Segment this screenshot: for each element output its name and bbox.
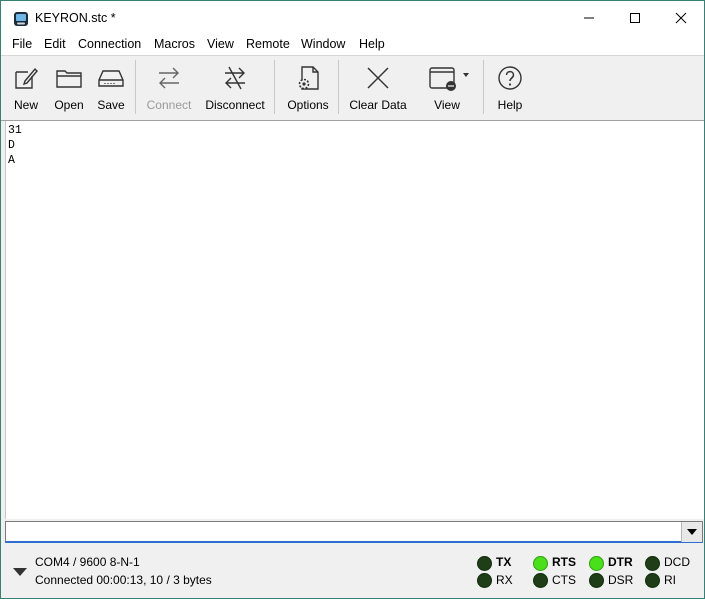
rts-label: RTS	[552, 555, 576, 569]
help-question-icon	[498, 66, 522, 90]
tx-led	[477, 556, 492, 571]
view-window-icon	[429, 67, 469, 91]
disconnect-icon	[225, 66, 245, 90]
maximize-button[interactable]	[612, 1, 658, 35]
menu-file[interactable]: File	[12, 37, 32, 51]
disconnect-button[interactable]: Disconnect	[204, 56, 266, 118]
close-button[interactable]	[658, 1, 704, 35]
terminal-app-icon	[14, 12, 28, 26]
help-button[interactable]: Help	[494, 56, 526, 118]
history-dropdown-button[interactable]	[681, 522, 702, 542]
cts-led	[533, 573, 548, 588]
options-button[interactable]: Options	[285, 56, 331, 118]
menu-window[interactable]: Window	[301, 37, 345, 51]
ri-led	[645, 573, 660, 588]
cts-label: CTS	[552, 573, 576, 587]
minimize-button[interactable]	[566, 1, 612, 35]
status-bar: COM4 / 9600 8-N-1 Connected 00:00:13, 10…	[1, 547, 704, 598]
rx-led	[477, 573, 492, 588]
ri-label: RI	[664, 573, 676, 587]
command-input-box	[5, 521, 703, 543]
app-window: KEYRON.stc * File Edit Connection Macros…	[0, 0, 705, 599]
window-title: KEYRON.stc *	[35, 11, 116, 25]
title-bar[interactable]: KEYRON.stc *	[1, 1, 704, 35]
menu-view[interactable]: View	[207, 37, 234, 51]
terminal-line: D	[8, 139, 15, 152]
toolbar-separator	[483, 60, 484, 114]
new-label: New	[13, 98, 38, 112]
toolbar-separator	[135, 60, 136, 114]
folder-icon	[56, 70, 82, 88]
dcd-led	[645, 556, 660, 571]
chevron-down-icon	[687, 529, 697, 535]
dtr-led	[589, 556, 604, 571]
options-label: Options	[287, 98, 329, 112]
new-button[interactable]: New	[9, 56, 43, 118]
help-label: Help	[497, 98, 523, 112]
view-button[interactable]: View	[421, 56, 473, 118]
connect-button[interactable]: Connect	[144, 56, 194, 118]
toolbar-separator	[338, 60, 339, 114]
connect-label: Connect	[146, 98, 192, 112]
drive-save-icon	[98, 70, 124, 87]
rts-led	[533, 556, 548, 571]
connection-status-text: Connected 00:00:13, 10 / 3 bytes	[35, 573, 212, 587]
tx-label: TX	[496, 555, 512, 569]
dsr-label: DSR	[608, 573, 634, 587]
save-label: Save	[97, 98, 125, 112]
menu-remote[interactable]: Remote	[246, 37, 290, 51]
open-button[interactable]: Open	[51, 56, 87, 118]
dtr-label: DTR	[608, 555, 633, 569]
dsr-led	[589, 573, 604, 588]
clear-x-icon	[367, 67, 389, 89]
menu-help[interactable]: Help	[359, 37, 385, 51]
toolbar: New Open Save Connect Disconnect Options…	[1, 56, 704, 121]
collapse-triangle-icon[interactable]	[13, 567, 27, 577]
menu-connection[interactable]: Connection	[78, 37, 141, 51]
rx-label: RX	[496, 573, 513, 587]
terminal-output[interactable]: 31 D A	[5, 121, 704, 519]
menu-edit[interactable]: Edit	[44, 37, 66, 51]
minimize-icon	[584, 17, 594, 19]
save-button[interactable]: Save	[93, 56, 129, 118]
terminal-line: 31	[8, 124, 22, 137]
options-gear-document-icon	[298, 66, 319, 90]
maximize-icon	[630, 13, 640, 23]
view-label: View	[434, 98, 460, 112]
close-icon	[675, 12, 687, 24]
dcd-label: DCD	[664, 555, 690, 569]
clear-data-label: Clear Data	[349, 98, 407, 112]
disconnect-label: Disconnect	[205, 98, 265, 112]
port-settings-text: COM4 / 9600 8-N-1	[35, 555, 140, 569]
menu-bar: File Edit Connection Macros View Remote …	[1, 35, 704, 56]
terminal-line: A	[8, 154, 15, 167]
open-label: Open	[54, 98, 84, 112]
clear-data-button[interactable]: Clear Data	[347, 56, 409, 118]
menu-macros[interactable]: Macros	[154, 37, 195, 51]
new-document-icon	[15, 67, 38, 89]
connect-arrows-icon	[159, 67, 179, 89]
toolbar-separator	[274, 60, 275, 114]
command-input[interactable]	[6, 522, 690, 541]
